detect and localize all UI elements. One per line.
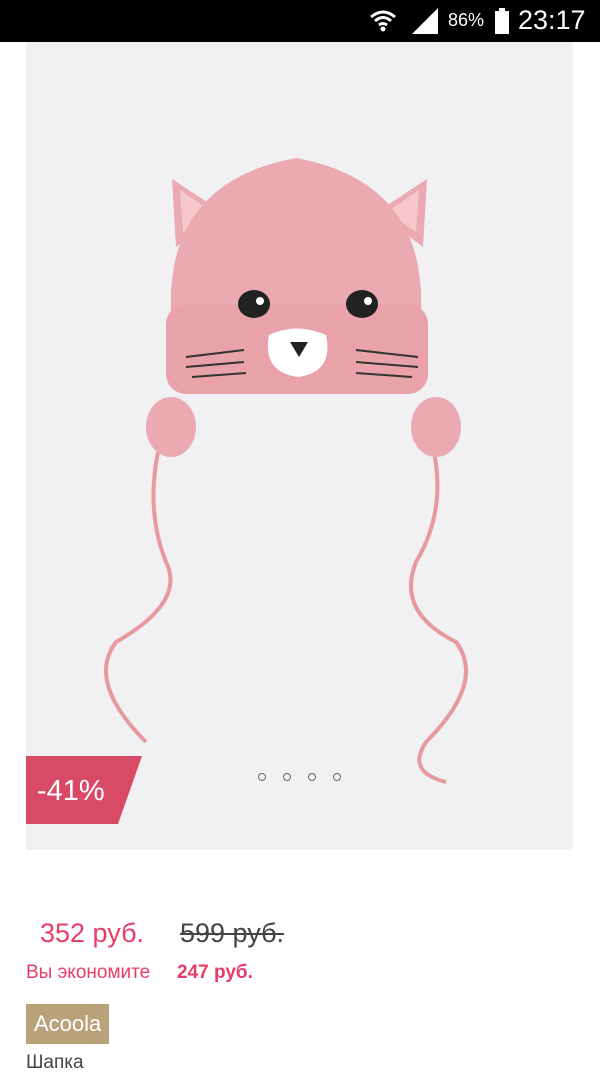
discount-badge-label: -41% <box>37 775 105 807</box>
gallery-dot-4[interactable] <box>333 773 341 781</box>
wifi-icon <box>368 6 398 41</box>
battery-percent: 86% <box>448 10 485 30</box>
status-bar: 86% 23:17 <box>0 0 600 42</box>
gallery-dot-2[interactable] <box>283 773 291 781</box>
signal-icon <box>410 8 440 39</box>
product-image[interactable] <box>26 42 573 850</box>
gallery-dot-3[interactable] <box>308 773 316 781</box>
product-name: Шапка <box>26 1052 84 1073</box>
gallery-dot-1[interactable] <box>258 773 266 781</box>
hat-illustration <box>104 158 468 784</box>
discount-badge: -41% <box>26 756 142 824</box>
price-old: 599 руб. <box>180 918 285 948</box>
savings-label: Вы экономите <box>26 962 151 983</box>
status-clock: 23:17 <box>518 5 586 35</box>
brand-tag[interactable]: Acoola <box>26 1004 110 1044</box>
price-current: 352 руб. <box>40 918 145 948</box>
battery-icon <box>494 8 510 39</box>
savings-amount: 247 руб. <box>177 962 253 983</box>
